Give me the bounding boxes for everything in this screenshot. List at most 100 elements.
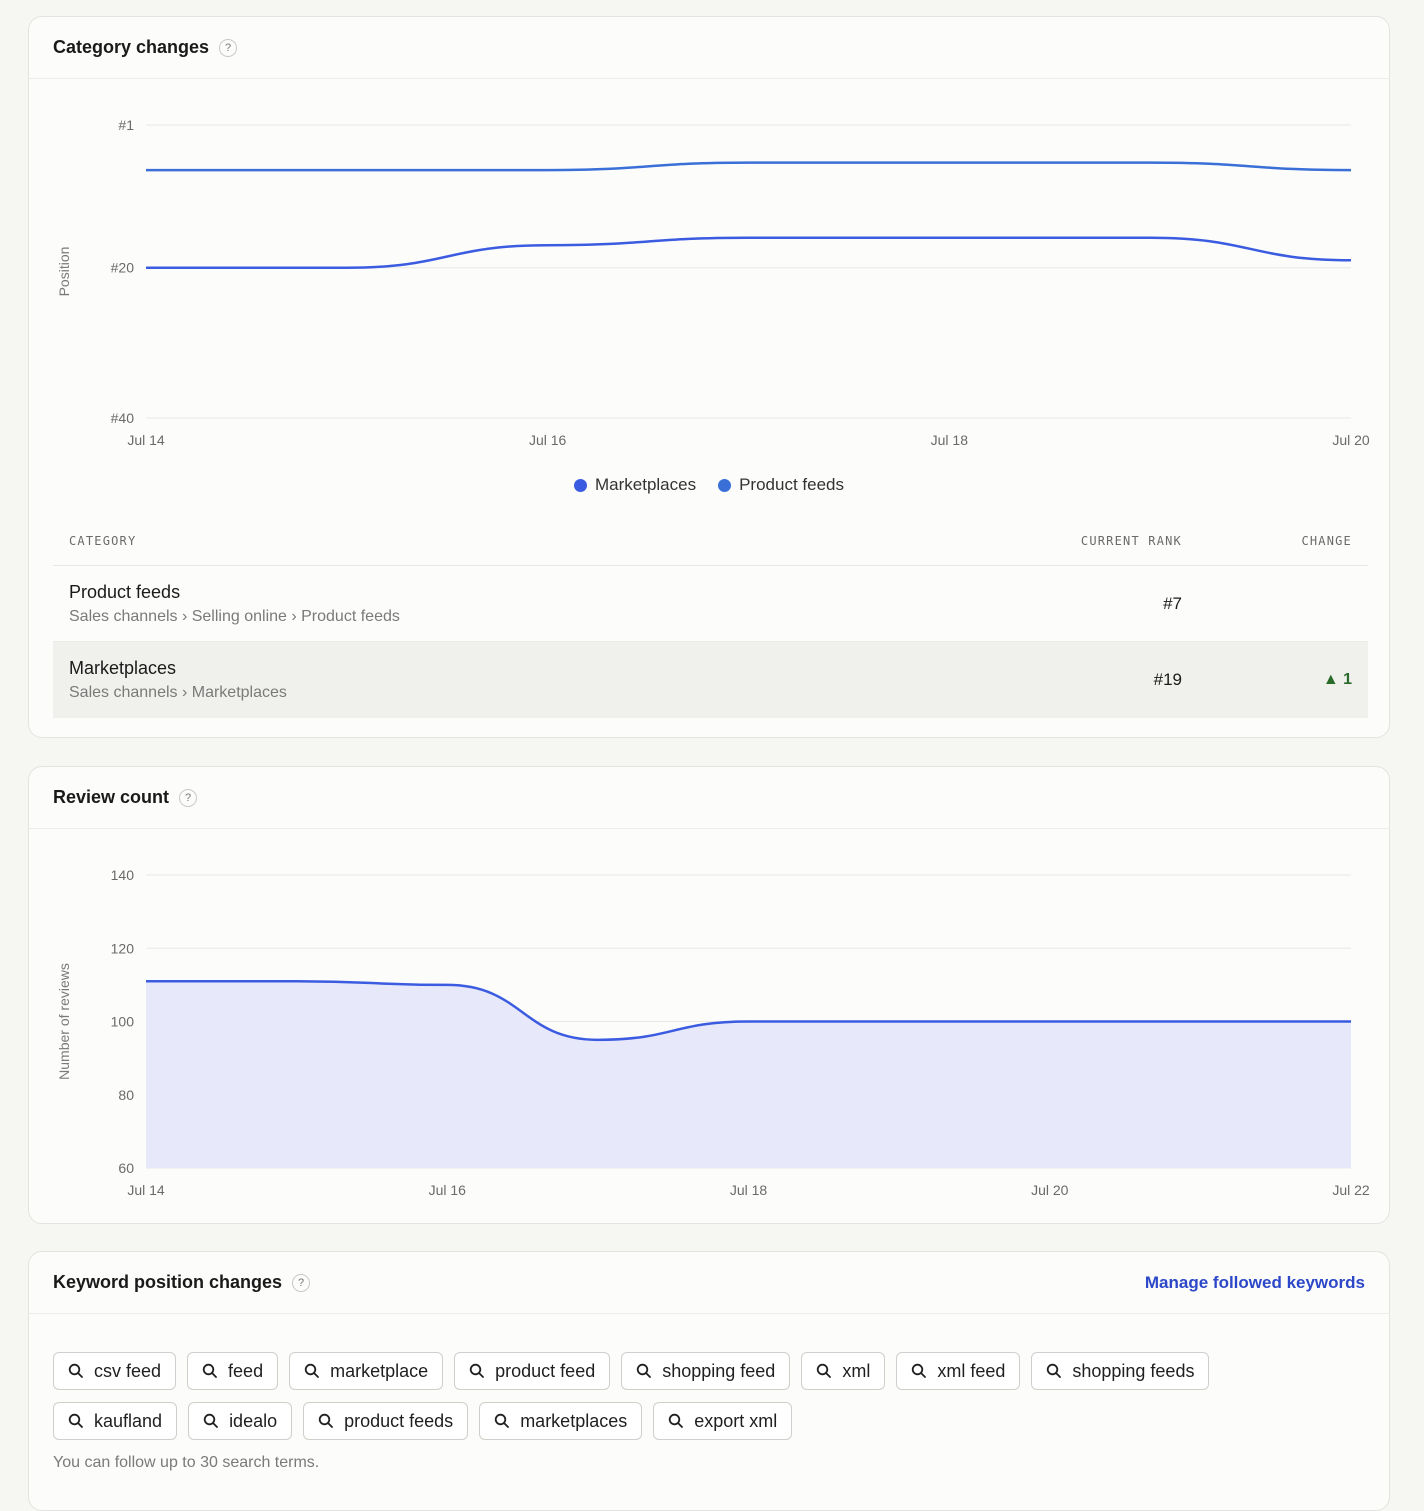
manage-followed-keywords-link[interactable]: Manage followed keywords — [1145, 1252, 1365, 1314]
help-icon[interactable]: ? — [179, 788, 198, 807]
category-table: CATEGORY CURRENT RANK CHANGE Product fee… — [53, 517, 1368, 718]
keyword-chip[interactable]: xml — [801, 1352, 886, 1390]
current-rank: #19 — [1153, 670, 1182, 689]
keyword-label: xml feed — [937, 1360, 1006, 1381]
y-tick-label: 60 — [118, 1160, 134, 1176]
keyword-chip[interactable]: product feeds — [303, 1402, 469, 1440]
y-tick-label: #40 — [111, 410, 135, 426]
keyword-label: product feed — [495, 1360, 596, 1381]
x-tick-label: Jul 18 — [730, 1182, 768, 1198]
review-count-chart: Number of reviews 140 120 100 80 60 Jul 14 Jul … — [56, 867, 1370, 1198]
table-row[interactable]: Product feeds Sales channels › Selling o… — [53, 566, 1368, 642]
chart-legend: Marketplaces Product feeds — [29, 475, 1389, 495]
x-tick-label: Jul 18 — [931, 432, 969, 448]
search-icon — [494, 1413, 510, 1429]
series-line-marketplaces — [146, 236, 1352, 269]
keyword-chip[interactable]: csv feed — [53, 1352, 177, 1390]
series-line-product-feeds — [146, 161, 1352, 172]
keyword-label: shopping feed — [662, 1360, 776, 1381]
legend-dot — [718, 478, 732, 492]
search-icon — [202, 1363, 218, 1379]
table-row[interactable]: Marketplaces Sales channels › Marketplac… — [53, 642, 1368, 718]
keyword-label: xml — [842, 1360, 871, 1381]
y-tick-label: #1 — [118, 117, 134, 133]
y-axis-label: Position — [56, 247, 72, 297]
search-icon — [816, 1363, 832, 1379]
x-tick-label: Jul 16 — [529, 432, 567, 448]
current-rank: #7 — [1163, 593, 1182, 613]
x-tick-label: Jul 16 — [429, 1182, 467, 1198]
category-name: Product feeds — [69, 581, 181, 602]
search-icon — [304, 1363, 320, 1379]
legend-label: Product feeds — [739, 475, 844, 494]
keyword-chip[interactable]: export xml — [653, 1402, 793, 1440]
keyword-chip[interactable]: shopping feed — [621, 1352, 791, 1390]
rank-change: ▲ 1 — [1322, 671, 1352, 688]
review-count-card: Review count ? Number of reviews 140 120 10… — [28, 766, 1390, 1224]
keyword-chip[interactable]: marketplaces — [479, 1402, 643, 1440]
legend-item-marketplaces[interactable]: Marketplaces — [573, 475, 697, 495]
keyword-chip[interactable]: xml feed — [896, 1352, 1021, 1390]
column-header-change: CHANGE — [1301, 534, 1352, 548]
keyword-chip[interactable]: kaufland — [53, 1402, 178, 1440]
keyword-label: shopping feeds — [1072, 1360, 1195, 1381]
category-path: Sales channels › Marketplaces — [69, 684, 287, 701]
search-icon — [668, 1413, 684, 1429]
keyword-label: marketplaces — [520, 1410, 628, 1431]
category-changes-card: Category changes ? Position #1 #20 #40 Jul 1… — [28, 16, 1390, 738]
keyword-chip-row: kaufland idealo product feeds marketplaces e… — [53, 1402, 1373, 1440]
search-icon — [469, 1363, 485, 1379]
keyword-chip[interactable]: idealo — [188, 1402, 293, 1440]
x-tick-label: Jul 14 — [127, 1182, 165, 1198]
keyword-chip-row: csv feed feed marketplace product feed shopp… — [53, 1352, 1373, 1390]
y-axis-label: Number of reviews — [56, 963, 72, 1080]
category-path: Sales channels › Selling online › Produc… — [69, 607, 400, 625]
help-icon[interactable]: ? — [219, 38, 238, 57]
search-icon — [911, 1363, 927, 1379]
y-tick-label: 120 — [111, 940, 135, 956]
legend-item-product-feeds[interactable]: Product feeds — [718, 475, 844, 495]
keyword-position-card: Keyword position changes ? Manage follow… — [28, 1251, 1390, 1511]
card-title: Keyword position changes — [53, 1272, 283, 1292]
x-tick-label: Jul 14 — [127, 432, 165, 448]
legend-label: Marketplaces — [594, 475, 697, 494]
card-title: Category changes — [53, 37, 210, 57]
x-tick-label: Jul 20 — [1031, 1182, 1069, 1198]
search-icon — [636, 1363, 652, 1379]
search-icon — [68, 1363, 84, 1379]
keyword-chip[interactable]: marketplace — [289, 1352, 444, 1390]
x-tick-label: Jul 22 — [1332, 1182, 1370, 1198]
keyword-label: marketplace — [330, 1360, 429, 1381]
keyword-label: export xml — [694, 1410, 778, 1431]
card-header: Category changes ? — [29, 17, 1389, 79]
follow-limit-hint: You can follow up to 30 search terms. — [53, 1454, 320, 1471]
search-icon — [1046, 1363, 1062, 1379]
series-area — [146, 981, 1351, 1168]
card-title: Review count — [53, 787, 170, 807]
x-tick-label: Jul 20 — [1332, 432, 1370, 448]
keyword-chip[interactable]: shopping feeds — [1031, 1352, 1210, 1390]
y-tick-label: 80 — [118, 1087, 134, 1103]
column-header-category: CATEGORY — [69, 534, 137, 548]
keyword-label: feed — [228, 1360, 264, 1381]
keyword-chip[interactable]: product feed — [454, 1352, 611, 1390]
column-header-current-rank: CURRENT RANK — [1080, 534, 1182, 548]
y-tick-label: 100 — [111, 1014, 135, 1030]
category-position-chart: Position #1 #20 #40 Jul 14 Jul 16 Jul 18 Jul 20 — [56, 117, 1370, 448]
search-icon — [68, 1413, 84, 1429]
search-icon — [318, 1413, 334, 1429]
keyword-chips: csv feed feed marketplace product feed shopp… — [53, 1352, 1373, 1452]
keyword-label: product feeds — [344, 1410, 454, 1431]
keyword-label: csv feed — [94, 1360, 162, 1381]
card-header: Keyword position changes ? Manage follow… — [29, 1252, 1389, 1314]
table-header: CATEGORY CURRENT RANK CHANGE — [53, 517, 1368, 566]
category-name: Marketplaces — [69, 658, 177, 678]
search-icon — [203, 1413, 219, 1429]
keyword-chip[interactable]: feed — [187, 1352, 279, 1390]
y-tick-label: 140 — [111, 867, 135, 883]
help-icon[interactable]: ? — [292, 1273, 311, 1292]
keyword-label: idealo — [229, 1410, 278, 1431]
legend-dot — [573, 478, 587, 492]
card-header: Review count ? — [29, 767, 1389, 829]
keyword-label: kaufland — [94, 1410, 163, 1431]
